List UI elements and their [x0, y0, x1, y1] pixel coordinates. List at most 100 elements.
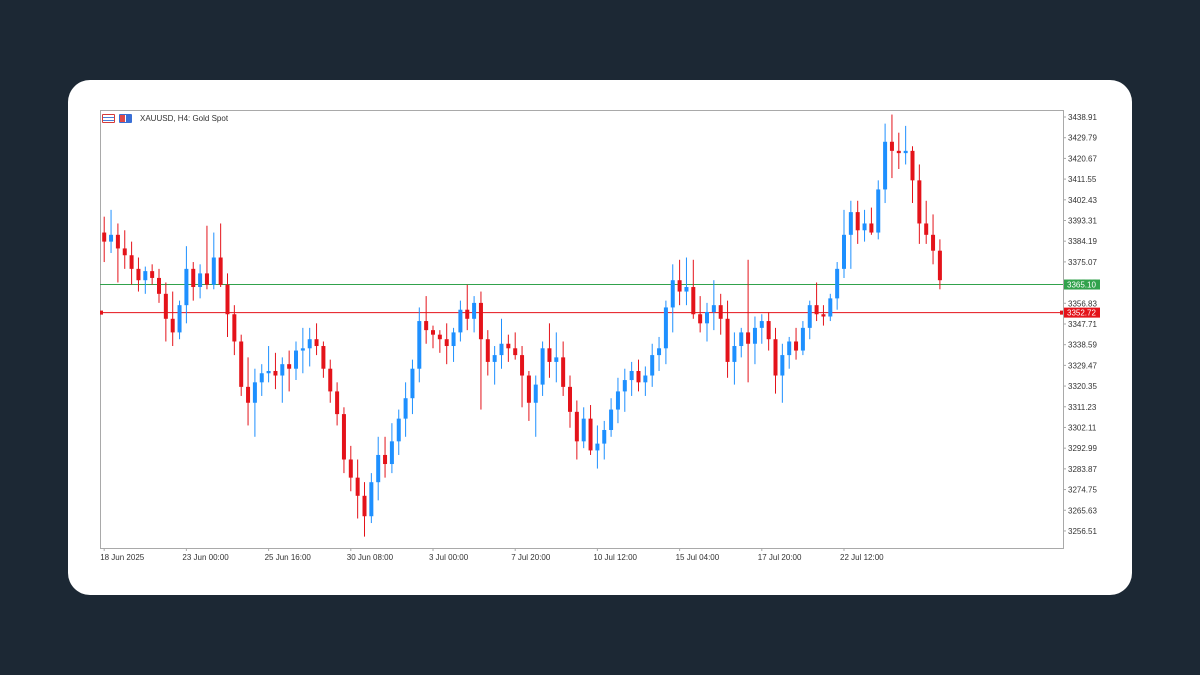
candle-body: [376, 454, 381, 483]
x-tick-label: 30 Jun 08:00: [347, 553, 394, 562]
candle-body: [239, 341, 244, 387]
candle-body: [752, 327, 757, 344]
x-tick-label: 15 Jul 04:00: [676, 553, 720, 562]
candle-body: [451, 332, 456, 347]
x-tick-label: 22 Jul 12:00: [840, 553, 884, 562]
candle-body: [520, 355, 525, 376]
candle-body: [533, 384, 538, 403]
candle-body: [931, 234, 936, 251]
candle-body: [485, 339, 490, 362]
candle-body: [472, 302, 477, 319]
y-tick-label: 3347.71: [1068, 320, 1097, 329]
candle-body: [903, 150, 908, 154]
candle-body: [259, 373, 264, 383]
y-tick-label: 3320.35: [1068, 382, 1097, 391]
y-tick-label: 3375.07: [1068, 258, 1097, 267]
candle-body: [629, 370, 634, 381]
candle-body: [280, 364, 285, 376]
candle-body: [622, 380, 627, 392]
x-tick-label: 7 Jul 20:00: [511, 553, 551, 562]
candle-body: [588, 418, 593, 451]
candle-body: [896, 150, 901, 154]
y-tick-label: 3311.23: [1068, 403, 1097, 412]
candle-body: [937, 250, 942, 281]
candle-body: [328, 368, 333, 392]
y-tick-label: 3402.43: [1068, 196, 1097, 205]
candle-body: [609, 409, 614, 430]
candle-body: [842, 234, 846, 269]
candle-body: [855, 212, 860, 231]
y-tick-label: 3329.47: [1068, 361, 1097, 370]
candle-body: [670, 280, 675, 308]
line-end-marker: [100, 310, 103, 315]
candle-body: [910, 150, 915, 181]
candle-body: [198, 273, 203, 288]
candle-body: [821, 314, 826, 317]
green-price-label: 3365.10: [1067, 281, 1096, 290]
candle-body: [499, 343, 504, 356]
candle-body: [163, 293, 168, 319]
candle-body: [595, 443, 600, 451]
candle-body: [711, 305, 716, 312]
candle-body: [773, 339, 778, 376]
candle-body: [739, 332, 744, 347]
candle-body: [732, 346, 737, 362]
y-tick-label: 3420.67: [1068, 154, 1097, 163]
candle-body: [513, 348, 518, 356]
candle-body: [540, 348, 545, 385]
candle-body: [698, 314, 703, 324]
candle-body: [211, 257, 216, 285]
candle-body: [341, 414, 346, 460]
candle-body: [876, 189, 881, 233]
y-tick-label: 3393.31: [1068, 216, 1097, 225]
candle-body: [691, 287, 696, 315]
y-tick-label: 3302.11: [1068, 423, 1097, 432]
candle-body: [492, 355, 497, 362]
candle-body: [129, 255, 134, 269]
candle-body: [122, 248, 127, 256]
x-tick-label: 3 Jul 00:00: [429, 553, 469, 562]
candle-body: [862, 223, 867, 231]
candle-body: [643, 375, 648, 383]
candle-body: [102, 232, 107, 242]
candle-body: [389, 441, 394, 465]
candle-body: [136, 268, 141, 281]
candle-body: [705, 311, 709, 324]
candle-body: [355, 477, 360, 496]
candle-body: [321, 346, 326, 369]
candle-body: [807, 305, 812, 328]
candle-body: [396, 418, 401, 442]
candle-body: [170, 318, 175, 333]
candle-body: [794, 341, 799, 351]
red-price-label: 3352.72: [1067, 309, 1096, 318]
candle-body: [232, 314, 237, 342]
candle-body: [663, 307, 668, 349]
candle-body: [246, 386, 251, 403]
x-tick-label: 10 Jul 12:00: [593, 553, 637, 562]
candle-body: [547, 348, 552, 362]
candle-body: [602, 429, 607, 444]
y-tick-label: 3256.51: [1068, 527, 1097, 536]
candle-body: [362, 495, 367, 517]
candle-body: [526, 375, 531, 403]
candle-body: [266, 370, 271, 374]
candle-body: [684, 287, 689, 292]
candle-body: [273, 370, 278, 376]
candle-body: [636, 370, 641, 383]
candle-body: [115, 234, 120, 249]
candle-body: [766, 321, 771, 340]
candle-body: [835, 268, 840, 299]
candle-body: [150, 271, 155, 278]
candle-body: [348, 459, 353, 478]
x-tick-label: 18 Jun 2025: [100, 553, 145, 562]
candle-body: [252, 382, 257, 403]
candle-body: [814, 305, 819, 315]
candle-body: [225, 284, 230, 315]
candle-body: [444, 339, 449, 347]
candle-body: [465, 309, 470, 319]
candle-body: [287, 364, 292, 369]
price-chart[interactable]: 3438.91 3429.79 3420.67 3411.55 3402.43 3393.…: [0, 0, 1200, 675]
candle-body: [184, 268, 189, 306]
candle-body: [458, 309, 463, 333]
candle-body: [506, 343, 511, 349]
